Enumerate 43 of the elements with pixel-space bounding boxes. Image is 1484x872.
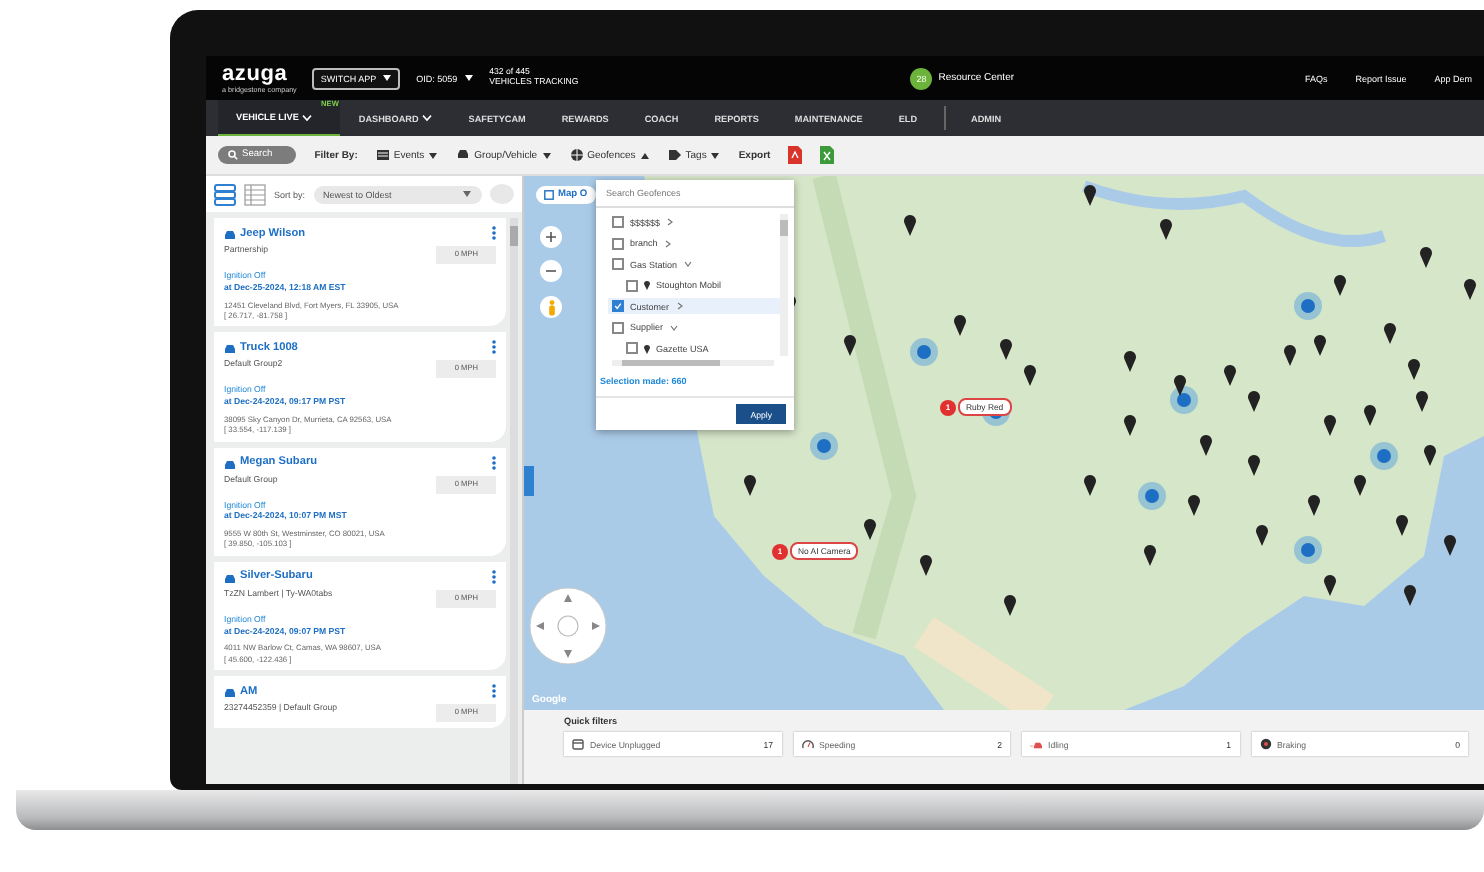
car-icon <box>224 230 236 240</box>
checkbox[interactable] <box>626 342 638 354</box>
checkbox[interactable] <box>626 279 638 291</box>
plug-icon <box>572 738 584 750</box>
car-icon <box>1030 738 1042 750</box>
caret-icon <box>463 74 474 82</box>
pdf-file-icon[interactable] <box>788 146 803 164</box>
compass-control-icon[interactable] <box>528 586 608 666</box>
card-view-icon[interactable] <box>214 183 236 205</box>
car-icon <box>224 688 236 698</box>
brake-icon <box>1259 738 1271 750</box>
car-icon <box>456 148 471 162</box>
check-icon <box>614 302 622 310</box>
pin-icon <box>644 343 650 353</box>
tag-icon <box>667 148 682 162</box>
plus-icon <box>544 230 558 244</box>
map-icon <box>544 190 554 200</box>
chevron-icon[interactable] <box>675 302 684 310</box>
minus-icon <box>544 264 558 278</box>
scrollbar[interactable] <box>612 360 774 366</box>
caret-icon <box>382 74 393 82</box>
search-icon <box>228 150 238 160</box>
chevron-icon[interactable] <box>663 239 672 247</box>
table-view-icon[interactable] <box>244 183 266 205</box>
checkbox[interactable] <box>612 321 624 333</box>
chevron-icon[interactable] <box>669 323 678 331</box>
car-icon <box>224 459 236 469</box>
car-icon <box>224 344 236 355</box>
checkbox[interactable] <box>612 258 624 270</box>
car-icon <box>224 573 236 584</box>
checkbox[interactable] <box>612 300 624 312</box>
globe-icon <box>569 148 584 162</box>
logo-text: azuga <box>222 61 290 86</box>
pin-icon <box>644 280 650 290</box>
list-icon <box>375 148 390 162</box>
checkbox[interactable] <box>612 216 624 228</box>
checkbox[interactable] <box>612 237 624 249</box>
person-icon <box>547 299 555 315</box>
spreadsheet-file-icon[interactable] <box>820 146 835 164</box>
caret-icon <box>462 190 472 198</box>
chevron-icon[interactable] <box>666 218 675 226</box>
speedometer-icon <box>801 738 813 750</box>
chevron-icon[interactable] <box>683 260 692 268</box>
